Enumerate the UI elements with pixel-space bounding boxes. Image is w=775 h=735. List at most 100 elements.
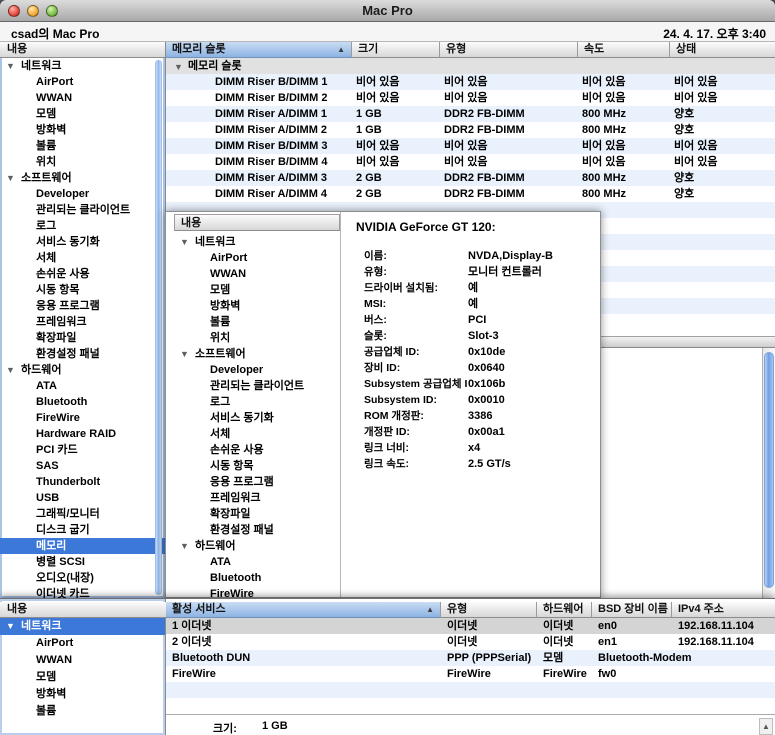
column-header-bsd-device[interactable]: BSD 장비 이름 bbox=[592, 602, 672, 618]
overlay-tree-item[interactable]: ATA bbox=[174, 554, 340, 570]
detail-scroll-up-icon[interactable]: ▲ bbox=[759, 718, 773, 735]
gpu-field-label: 드라이버 설치됨: bbox=[364, 280, 468, 296]
sidebar-tree-item[interactable]: Hardware RAID bbox=[0, 426, 165, 442]
sidebar-tree-item[interactable]: 손쉬운 사용 bbox=[0, 266, 165, 282]
network-tree-item[interactable]: 볼륨 bbox=[0, 703, 165, 720]
sidebar-tree-item[interactable]: 방화벽 bbox=[0, 122, 165, 138]
sidebar-tree-item[interactable]: FireWire bbox=[0, 410, 165, 426]
sidebar-tree-item[interactable]: Developer bbox=[0, 186, 165, 202]
service-table-row[interactable]: Bluetooth DUN PPP (PPPSerial) 모뎀 Bluetoo… bbox=[166, 650, 775, 666]
overlay-tree-item[interactable]: Bluetooth bbox=[174, 570, 340, 586]
memory-table-row[interactable]: DIMM Riser A/DIMM 1 1 GB DDR2 FB-DIMM 80… bbox=[166, 106, 775, 122]
memory-table-row[interactable]: DIMM Riser B/DIMM 3 비어 있음 비어 있음 비어 있음 비어… bbox=[166, 138, 775, 154]
sidebar-tree-item[interactable]: 응용 프로그램 bbox=[0, 298, 165, 314]
sidebar-tree-item[interactable]: 위치 bbox=[0, 154, 165, 170]
overlay-tree-item[interactable]: 환경설정 패널 bbox=[174, 522, 340, 538]
gpu-field-label: MSI: bbox=[364, 296, 468, 312]
column-header-memory-slot[interactable]: 메모리 슬롯 ▲ bbox=[166, 42, 352, 58]
overlay-tree-item[interactable]: 위치 bbox=[174, 330, 340, 346]
gpu-detail-pane: NVIDIA GeForce GT 120: 이름: NVDA,Display-… bbox=[342, 212, 600, 597]
sidebar-tree-item[interactable]: 하드웨어 bbox=[0, 362, 165, 378]
network-contents-header[interactable]: 내용 bbox=[0, 602, 166, 618]
sidebar-tree-item[interactable]: 소프트웨어 bbox=[0, 170, 165, 186]
sidebar-tree-item[interactable]: 환경설정 패널 bbox=[0, 346, 165, 362]
sidebar-tree-item[interactable]: 시동 항목 bbox=[0, 282, 165, 298]
memory-table-row[interactable]: DIMM Riser B/DIMM 2 비어 있음 비어 있음 비어 있음 비어… bbox=[166, 90, 775, 106]
sidebar-tree-item[interactable]: 오디오(내장) bbox=[0, 570, 165, 586]
network-tree-item[interactable]: AirPort bbox=[0, 635, 165, 652]
overlay-tree-item[interactable]: FireWire bbox=[174, 586, 340, 598]
sidebar-tree-item[interactable]: 네트워크 bbox=[0, 58, 165, 74]
overlay-tree-item[interactable]: 확장파일 bbox=[174, 506, 340, 522]
overlay-contents-header[interactable]: 내용 bbox=[174, 214, 340, 231]
column-header-size[interactable]: 크기 bbox=[352, 42, 440, 58]
sidebar-tree-item[interactable]: 그래픽/모니터 bbox=[0, 506, 165, 522]
sidebar-tree-item[interactable]: AirPort bbox=[0, 74, 165, 90]
column-header-active-service[interactable]: 활성 서비스 ▲ bbox=[166, 602, 441, 618]
service-table-row[interactable]: 1 이더넷 이더넷 이더넷 en0 192.168.11.104 bbox=[166, 618, 775, 634]
contents-sidebar-header[interactable]: 내용 bbox=[0, 42, 165, 58]
network-tree-item[interactable]: 네트워크 bbox=[0, 618, 165, 635]
memory-table-row[interactable]: DIMM Riser B/DIMM 4 비어 있음 비어 있음 비어 있음 비어… bbox=[166, 154, 775, 170]
overlay-tree-item[interactable]: 소프트웨어 bbox=[174, 346, 340, 362]
sidebar-tree-item[interactable]: 병렬 SCSI bbox=[0, 554, 165, 570]
overlay-tree-item[interactable]: Developer bbox=[174, 362, 340, 378]
column-header-status[interactable]: 상태 bbox=[670, 42, 775, 58]
sidebar-tree-item[interactable]: USB bbox=[0, 490, 165, 506]
overlay-tree-item[interactable]: AirPort bbox=[174, 250, 340, 266]
sidebar-scrollbar-thumb[interactable] bbox=[155, 60, 162, 595]
memory-table-row[interactable]: DIMM Riser B/DIMM 1 비어 있음 비어 있음 비어 있음 비어… bbox=[166, 74, 775, 90]
title-bar[interactable]: Mac Pro bbox=[0, 0, 775, 22]
overlay-tree-item[interactable]: 하드웨어 bbox=[174, 538, 340, 554]
memory-table-row[interactable]: DIMM Riser A/DIMM 4 2 GB DDR2 FB-DIMM 80… bbox=[166, 186, 775, 202]
sidebar-tree-item[interactable]: 서체 bbox=[0, 250, 165, 266]
overlay-tree-item[interactable]: 서비스 동기화 bbox=[174, 410, 340, 426]
overlay-tree-item[interactable]: 프레임워크 bbox=[174, 490, 340, 506]
sidebar-tree-item[interactable]: 이더넷 카드 bbox=[0, 586, 165, 598]
sidebar-tree-item[interactable]: 디스크 굽기 bbox=[0, 522, 165, 538]
column-header-type[interactable]: 유형 bbox=[440, 42, 578, 58]
sidebar-tree-item[interactable]: 확장파일 bbox=[0, 330, 165, 346]
overlay-tree-item[interactable]: 로그 bbox=[174, 394, 340, 410]
column-header-speed[interactable]: 속도 bbox=[578, 42, 670, 58]
sidebar-tree-item[interactable]: Bluetooth bbox=[0, 394, 165, 410]
sidebar-tree-item[interactable]: 프레임워크 bbox=[0, 314, 165, 330]
sidebar-tree-item[interactable]: 서비스 동기화 bbox=[0, 234, 165, 250]
sidebar-tree-item[interactable]: PCI 카드 bbox=[0, 442, 165, 458]
column-header-hardware[interactable]: 하드웨어 bbox=[537, 602, 592, 618]
overlay-tree-item[interactable]: 방화벽 bbox=[174, 298, 340, 314]
overlay-tree-item[interactable]: 응용 프로그램 bbox=[174, 474, 340, 490]
sidebar-tree-item[interactable]: Thunderbolt bbox=[0, 474, 165, 490]
overlay-tree-item[interactable]: 손쉬운 사용 bbox=[174, 442, 340, 458]
column-header-service-type[interactable]: 유형 bbox=[441, 602, 537, 618]
service-table-row[interactable]: 2 이더넷 이더넷 이더넷 en1 192.168.11.104 bbox=[166, 634, 775, 650]
detail-scrollbar[interactable] bbox=[762, 348, 775, 598]
overlay-tree-item[interactable]: WWAN bbox=[174, 266, 340, 282]
detail-size-label: 크기: bbox=[213, 720, 237, 735]
memory-table-row[interactable]: DIMM Riser A/DIMM 3 2 GB DDR2 FB-DIMM 80… bbox=[166, 170, 775, 186]
cell-size: 1 GB bbox=[352, 106, 440, 122]
overlay-tree-item[interactable]: 네트워크 bbox=[174, 234, 340, 250]
overlay-tree-item[interactable]: 시동 항목 bbox=[174, 458, 340, 474]
sidebar-tree-item[interactable]: 볼륨 bbox=[0, 138, 165, 154]
detail-scrollbar-thumb[interactable] bbox=[764, 352, 774, 588]
overlay-tree-item[interactable]: 모뎀 bbox=[174, 282, 340, 298]
column-header-ipv4[interactable]: IPv4 주소 bbox=[672, 602, 775, 618]
overlay-tree-item[interactable]: 관리되는 클라이언트 bbox=[174, 378, 340, 394]
sidebar-tree-item[interactable]: 관리되는 클라이언트 bbox=[0, 202, 165, 218]
network-tree-item[interactable]: 모뎀 bbox=[0, 669, 165, 686]
sidebar-tree-item[interactable]: 메모리 bbox=[0, 538, 165, 554]
sidebar-tree-item[interactable]: WWAN bbox=[0, 90, 165, 106]
memory-group-row[interactable]: 메모리 슬롯 bbox=[166, 58, 775, 74]
memory-table-row[interactable]: DIMM Riser A/DIMM 2 1 GB DDR2 FB-DIMM 80… bbox=[166, 122, 775, 138]
service-table-row[interactable]: FireWire FireWire FireWire fw0 bbox=[166, 666, 775, 682]
overlay-tree-item[interactable]: 볼륨 bbox=[174, 314, 340, 330]
overlay-tree-item[interactable]: 서체 bbox=[174, 426, 340, 442]
sidebar-tree-item[interactable]: ATA bbox=[0, 378, 165, 394]
sidebar-tree-item[interactable]: 모뎀 bbox=[0, 106, 165, 122]
network-tree-item[interactable]: WWAN bbox=[0, 652, 165, 669]
cell-service: FireWire bbox=[166, 666, 441, 682]
sidebar-tree-item[interactable]: 로그 bbox=[0, 218, 165, 234]
network-tree-item[interactable]: 방화벽 bbox=[0, 686, 165, 703]
sidebar-tree-item[interactable]: SAS bbox=[0, 458, 165, 474]
